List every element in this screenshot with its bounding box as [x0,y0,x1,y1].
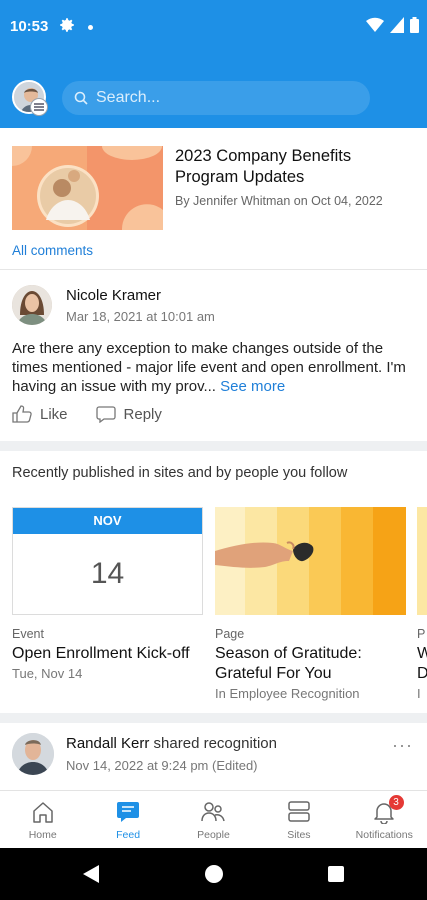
page-thumbnail [215,507,406,615]
tile-title[interactable]: Open Enrollment Kick-off [12,644,203,664]
home-icon [32,802,53,823]
tile-meta: Tue, Nov 14 [12,666,83,681]
recent-tile-page[interactable]: Page Season of Gratitude: Grateful For Y… [215,507,406,701]
article-card[interactable]: 2023 Company Benefits Program Updates By… [0,128,427,270]
home-button-icon[interactable] [205,865,223,883]
app-header: 10:53 [0,0,427,128]
notification-dot-icon [88,25,93,30]
post-timestamp: Mar 18, 2021 at 10:01 am [66,309,215,324]
section-divider [0,713,427,723]
nav-label: Notifications [355,829,413,841]
system-navigation-bar [0,848,427,900]
nav-label: Sites [287,829,311,841]
status-bar: 10:53 [0,0,427,54]
nav-sites[interactable]: Sites [256,791,341,849]
recognition-card[interactable]: Randall Kerr shared recognition Nov 14, … [0,723,427,790]
status-icons [366,17,419,33]
battery-icon [410,17,419,33]
wifi-icon [366,17,384,32]
recent-tile-event[interactable]: NOV 14 Event Open Enrollment Kick-off Tu… [12,507,203,681]
tile-title[interactable]: Season of Gratitude: Grateful For You [215,644,406,684]
status-time: 10:53 [10,18,49,35]
tile-title[interactable]: W D [417,644,427,684]
nav-label: Feed [116,829,141,841]
post-card: Nicole Kramer Mar 18, 2021 at 10:01 am A… [0,271,427,441]
reply-bubble-icon [95,406,116,423]
tile-type: P [417,627,426,641]
sites-icon [288,801,310,822]
back-icon[interactable] [83,865,99,883]
nav-people[interactable]: People [171,791,256,849]
nav-notifications[interactable]: 3 Notifications [342,791,427,849]
post-text: Are there any exception to make changes … [12,340,406,395]
article-title[interactable]: 2023 Company Benefits Program Updates [175,146,415,188]
person-avatar-icon [12,733,54,775]
recent-tile-partial[interactable]: P W D I [417,507,427,701]
search-input[interactable] [96,89,346,107]
recognition-author[interactable]: Randall Kerr [66,735,149,752]
recognition-headline: Randall Kerr shared recognition [66,735,277,752]
calendar-month: NOV [13,508,202,534]
like-label: Like [40,405,68,423]
reply-label: Reply [123,405,162,423]
partial-thumbnail [417,507,427,615]
people-icon [201,802,226,822]
post-author[interactable]: Nicole Kramer [66,287,161,304]
see-more-link[interactable]: See more [220,378,285,395]
person-avatar-icon [12,285,52,325]
feed[interactable]: 2023 Company Benefits Program Updates By… [0,128,427,790]
all-comments-link[interactable]: All comments [12,243,93,258]
recognition-timestamp: Nov 14, 2022 at 9:24 pm (Edited) [66,758,258,773]
search-icon [74,91,88,105]
recent-section: Recently published in sites and by peopl… [0,451,427,713]
notification-count-badge: 3 [388,795,404,810]
post-actions: Like Reply [12,405,162,423]
search-bar[interactable] [62,81,370,115]
cell-signal-icon [390,17,404,33]
recent-apps-icon[interactable] [328,866,344,882]
article-byline: By Jennifer Whitman on Oct 04, 2022 [175,194,383,208]
menu-badge-icon[interactable] [30,98,48,116]
recent-section-title: Recently published in sites and by peopl… [12,465,348,481]
nav-label: Home [28,829,57,841]
more-options-icon[interactable]: ··· [392,735,413,756]
nav-label: People [197,829,230,841]
bottom-nav: Home Feed People Sites 3 Notifications [0,790,427,848]
avatar[interactable] [12,285,52,325]
recognition-action: shared recognition [149,735,277,752]
thumbs-up-icon [12,405,32,423]
nav-home[interactable]: Home [0,791,85,849]
section-divider [0,441,427,451]
tile-type: Page [215,627,245,641]
calendar-day: 14 [90,557,125,590]
calendar-thumbnail: NOV 14 [12,507,203,615]
post-body: Are there any exception to make changes … [12,339,416,396]
tile-meta: I [417,686,421,701]
tile-type: Event [12,627,44,641]
like-button[interactable]: Like [12,405,68,423]
recent-carousel[interactable]: NOV 14 Event Open Enrollment Kick-off Tu… [12,507,427,707]
avatar[interactable] [12,733,54,775]
tile-meta: In Employee Recognition [215,686,360,701]
article-thumbnail[interactable] [12,146,163,230]
feed-icon [117,802,140,822]
reply-button[interactable]: Reply [95,405,162,423]
nav-feed[interactable]: Feed [85,791,170,849]
settings-gear-icon [60,18,74,32]
